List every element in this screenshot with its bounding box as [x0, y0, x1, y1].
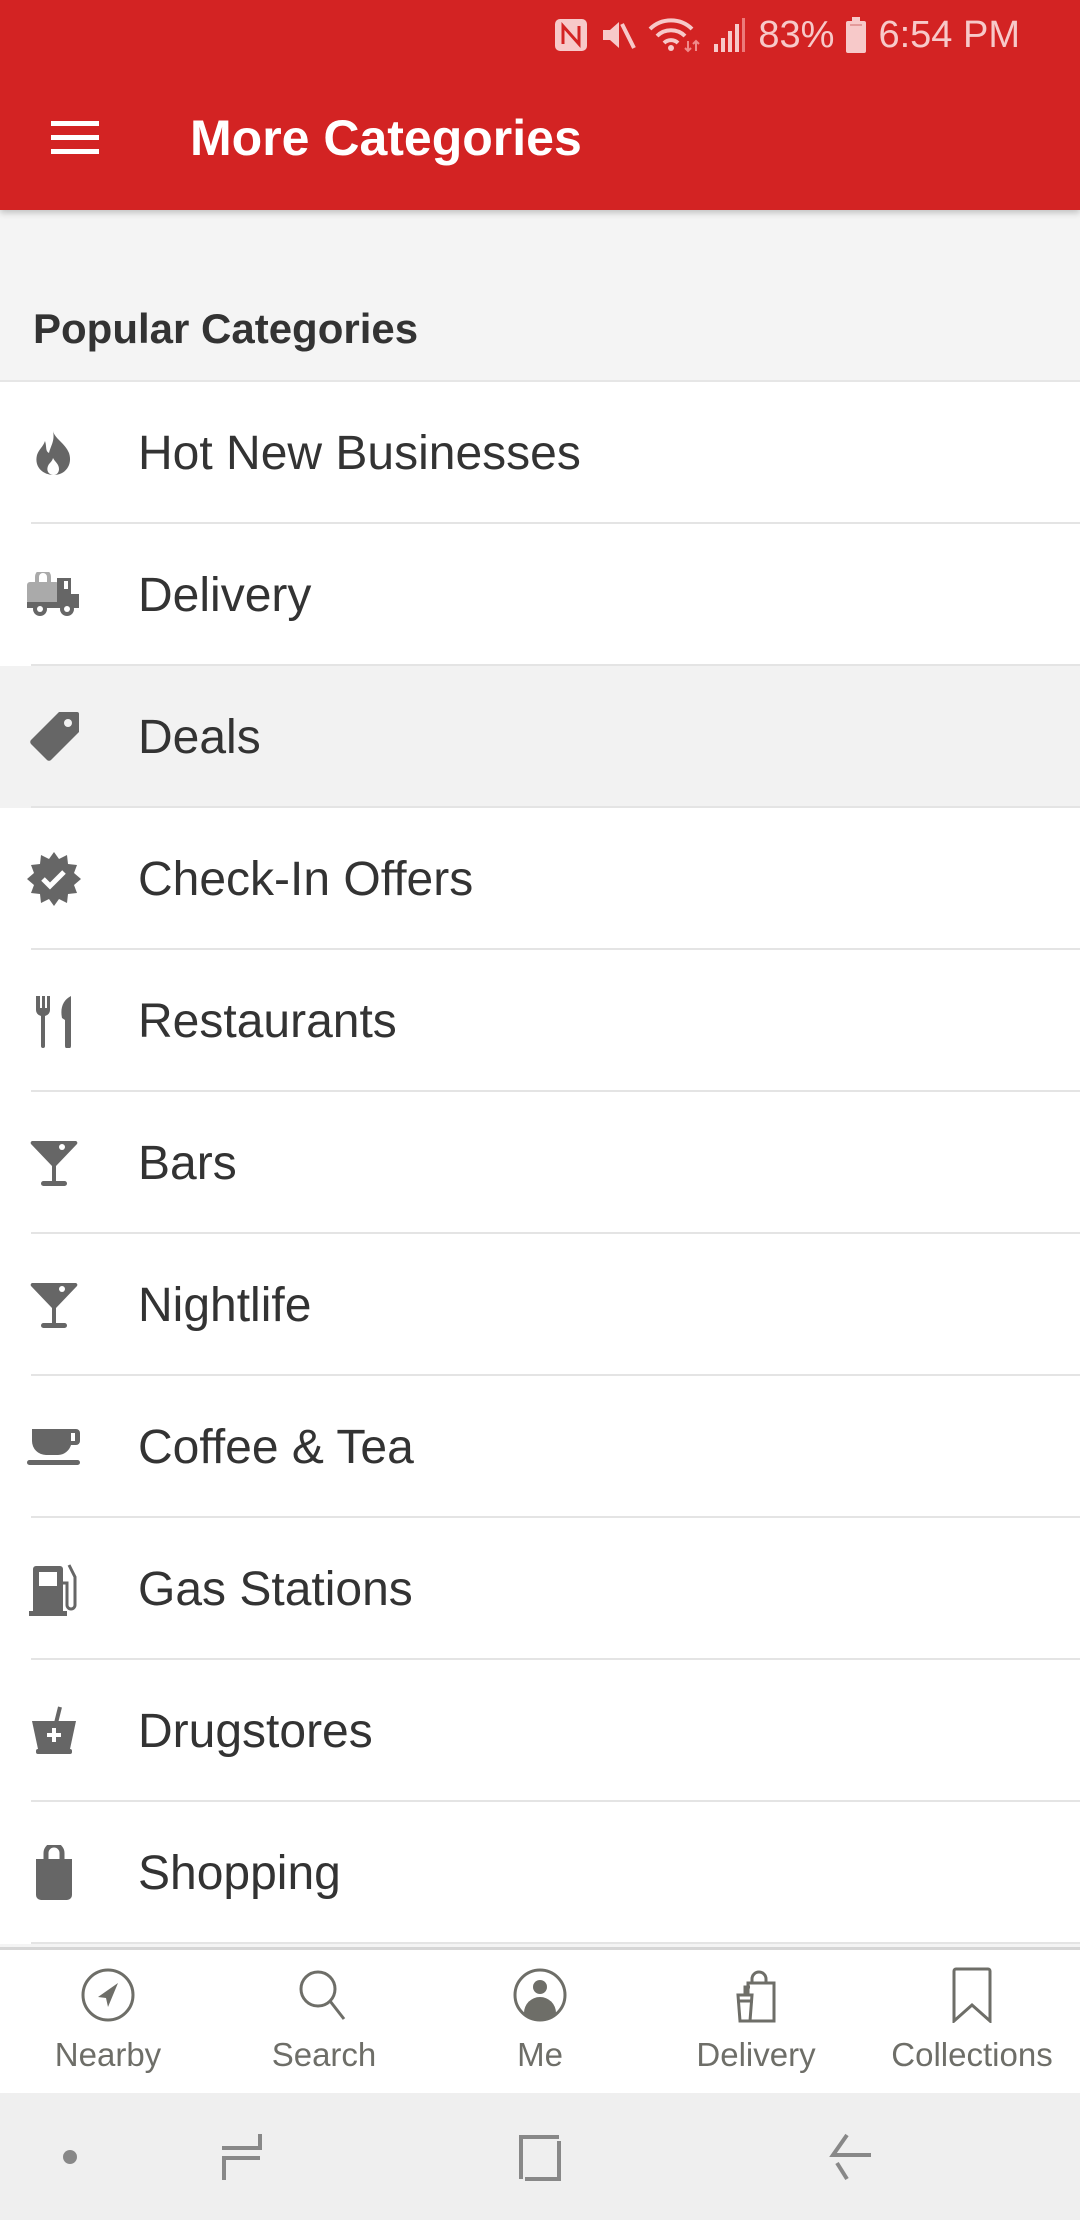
category-label: Nightlife [138, 1278, 312, 1332]
category-label: Deals [138, 710, 261, 764]
dot-indicator [50, 2093, 90, 2220]
tab-collections[interactable]: Collections [864, 1950, 1080, 2093]
shopping-bag-icon [0, 1802, 138, 1944]
bottom-navigation: Nearby Search Me Delivery Collections [0, 1947, 1080, 2093]
category-row-coffee-tea[interactable]: Coffee & Tea [0, 1376, 1080, 1518]
delivery-bag-icon [728, 1964, 784, 2026]
category-row-drugstores[interactable]: Drugstores [0, 1660, 1080, 1802]
category-row-hot-new-businesses[interactable]: Hot New Businesses [0, 382, 1080, 524]
tab-delivery[interactable]: Delivery [648, 1950, 864, 2093]
verified-badge-icon [0, 808, 138, 950]
nfc-icon [554, 18, 588, 52]
profile-icon [512, 1964, 568, 2026]
page-title: More Categories [190, 109, 582, 166]
tab-nearby[interactable]: Nearby [0, 1950, 216, 2093]
category-row-restaurants[interactable]: Restaurants [0, 950, 1080, 1092]
back-icon [829, 2133, 871, 2180]
delivery-truck-icon [0, 524, 138, 666]
category-label: Restaurants [138, 994, 397, 1048]
home-button[interactable] [480, 2093, 600, 2220]
hamburger-menu-icon [51, 120, 99, 154]
category-row-check-in-offers[interactable]: Check-In Offers [0, 808, 1080, 950]
section-title: Popular Categories [33, 305, 419, 352]
category-label: Coffee & Tea [138, 1420, 414, 1474]
system-navigation-bar [0, 2093, 1080, 2220]
mute-icon [600, 18, 637, 52]
category-label: Shopping [138, 1846, 341, 1900]
menu-button[interactable] [0, 65, 150, 210]
compass-icon [80, 1964, 136, 2026]
mortar-pestle-icon [0, 1660, 138, 1802]
category-list: Hot New Businesses Delivery Deals Check-… [0, 380, 1080, 1944]
toolbar: More Categories [0, 65, 1080, 210]
tab-label: Me [517, 2036, 563, 2073]
battery-icon [846, 17, 867, 53]
wifi-icon [648, 17, 702, 53]
signal-icon [714, 18, 746, 52]
category-label: Bars [138, 1136, 237, 1190]
tab-label: Collections [891, 2036, 1053, 2073]
coffee-cup-icon [0, 1376, 138, 1518]
category-row-deals[interactable]: Deals [0, 666, 1080, 808]
tab-me[interactable]: Me [432, 1950, 648, 2093]
tab-label: Delivery [696, 2036, 816, 2073]
status-bar: 83% 6:54 PM [554, 10, 1020, 60]
category-label: Gas Stations [138, 1562, 413, 1616]
home-icon [519, 2134, 561, 2181]
cocktail-icon [0, 1092, 138, 1234]
recents-icon [222, 2133, 262, 2180]
category-row-bars[interactable]: Bars [0, 1092, 1080, 1234]
tag-icon [0, 666, 138, 808]
category-label: Hot New Businesses [138, 426, 581, 480]
battery-percent: 83% [758, 13, 835, 56]
cocktail-icon [0, 1234, 138, 1376]
category-row-delivery[interactable]: Delivery [0, 524, 1080, 666]
category-label: Drugstores [138, 1704, 373, 1758]
tab-search[interactable]: Search [216, 1950, 432, 2093]
category-row-gas-stations[interactable]: Gas Stations [0, 1518, 1080, 1660]
category-row-shopping[interactable]: Shopping [0, 1802, 1080, 1944]
back-button[interactable] [790, 2093, 910, 2220]
tab-label: Nearby [54, 2036, 162, 2073]
bookmark-icon [950, 1964, 994, 2026]
fork-knife-icon [0, 950, 138, 1092]
app-bar: 83% 6:54 PM More Categories [0, 0, 1080, 210]
recents-button[interactable] [180, 2093, 300, 2220]
category-label: Check-In Offers [138, 852, 474, 906]
category-row-nightlife[interactable]: Nightlife [0, 1234, 1080, 1376]
gas-pump-icon [0, 1518, 138, 1660]
flame-icon [0, 382, 138, 524]
category-label: Delivery [138, 568, 312, 622]
clock: 6:54 PM [878, 13, 1020, 56]
search-icon [296, 1964, 352, 2026]
tab-label: Search [271, 2036, 377, 2073]
